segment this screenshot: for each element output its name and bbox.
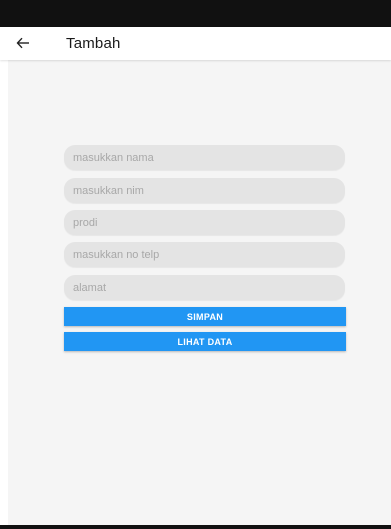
nim-input[interactable] — [64, 178, 345, 203]
app-bar: Tambah — [0, 27, 391, 60]
page-title: Tambah — [66, 35, 121, 52]
navigation-bar — [0, 525, 391, 529]
telp-input[interactable] — [64, 242, 345, 267]
nama-input[interactable] — [64, 145, 345, 170]
alamat-input[interactable] — [64, 275, 345, 300]
form-container: SIMPAN LIHAT DATA — [8, 60, 391, 525]
prodi-input[interactable] — [64, 210, 345, 235]
status-bar — [0, 0, 391, 27]
arrow-left-icon[interactable] — [12, 33, 34, 53]
simpan-button[interactable]: SIMPAN — [64, 307, 346, 326]
lihat-data-button[interactable]: LIHAT DATA — [64, 332, 346, 351]
